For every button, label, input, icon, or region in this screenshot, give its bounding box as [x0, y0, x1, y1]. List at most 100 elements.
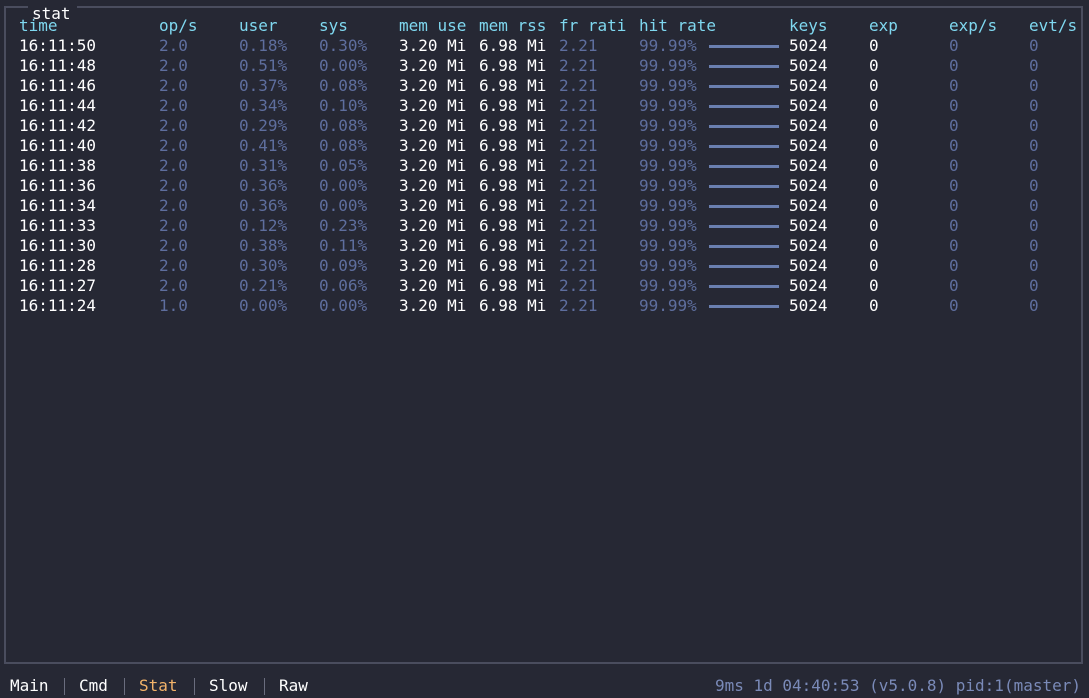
- cell-keys: 5024: [789, 216, 828, 235]
- cell-hit-rate: 99.99%: [639, 296, 697, 315]
- hit-rate-bar: [709, 85, 779, 88]
- cell-time: 16:11:34: [19, 196, 97, 215]
- column-header-keys: keys: [789, 16, 828, 35]
- cell-time: 16:11:30: [19, 236, 97, 255]
- column-header-time: time: [19, 16, 58, 35]
- cell-evts: 0: [1029, 96, 1039, 115]
- cell-ops: 2.0: [159, 196, 188, 215]
- cell-ops: 2.0: [159, 216, 188, 235]
- cell-keys: 5024: [789, 116, 828, 135]
- footer-bar: Main Cmd Stat Slow Raw 9ms 1d 04:40:53 (v5.0…: [0, 676, 1089, 696]
- cell-exps: 0: [949, 196, 959, 215]
- column-header-ops: op/s: [159, 16, 198, 35]
- cell-mem-rss: 6.98 Mi: [479, 96, 547, 115]
- hit-rate-bar: [709, 45, 779, 48]
- column-header-mem-use: mem use: [399, 16, 467, 35]
- cell-ops: 2.0: [159, 96, 188, 115]
- cell-hit-rate: 99.99%: [639, 256, 697, 275]
- hit-rate-bar: [709, 185, 779, 188]
- cell-mem-use: 3.20 Mi: [399, 56, 467, 75]
- cell-hit-rate: 99.99%: [639, 96, 697, 115]
- cell-mem-rss: 6.98 Mi: [479, 216, 547, 235]
- tab-separator: [194, 678, 195, 695]
- tab-stat[interactable]: Stat: [139, 676, 178, 696]
- cell-hit-rate: 99.99%: [639, 136, 697, 155]
- column-header-exps: exp/s: [949, 16, 998, 35]
- cell-ops: 2.0: [159, 116, 188, 135]
- cell-user: 0.21%: [239, 276, 288, 295]
- cell-evts: 0: [1029, 76, 1039, 95]
- cell-user: 0.00%: [239, 296, 288, 315]
- cell-mem-use: 3.20 Mi: [399, 236, 467, 255]
- cell-evts: 0: [1029, 36, 1039, 55]
- cell-fr-ratio: 2.21: [559, 136, 598, 155]
- cell-mem-use: 3.20 Mi: [399, 176, 467, 195]
- cell-hit-rate: 99.99%: [639, 196, 697, 215]
- cell-ops: 2.0: [159, 276, 188, 295]
- tab-cmd[interactable]: Cmd: [79, 676, 108, 696]
- cell-evts: 0: [1029, 236, 1039, 255]
- cell-fr-ratio: 2.21: [559, 56, 598, 75]
- cell-sys: 0.09%: [319, 256, 368, 275]
- cell-ops: 2.0: [159, 36, 188, 55]
- cell-sys: 0.06%: [319, 276, 368, 295]
- cell-hit-rate: 99.99%: [639, 76, 697, 95]
- cell-time: 16:11:40: [19, 136, 97, 155]
- cell-hit-rate: 99.99%: [639, 216, 697, 235]
- hit-rate-bar: [709, 125, 779, 128]
- cell-sys: 0.00%: [319, 296, 368, 315]
- cell-exps: 0: [949, 276, 959, 295]
- cell-time: 16:11:28: [19, 256, 97, 275]
- cell-sys: 0.00%: [319, 56, 368, 75]
- cell-sys: 0.05%: [319, 156, 368, 175]
- cell-exp: 0: [869, 236, 879, 255]
- cell-hit-rate: 99.99%: [639, 36, 697, 55]
- cell-mem-use: 3.20 Mi: [399, 116, 467, 135]
- cell-exps: 0: [949, 116, 959, 135]
- cell-mem-use: 3.20 Mi: [399, 96, 467, 115]
- cell-time: 16:11:50: [19, 36, 97, 55]
- cell-exp: 0: [869, 216, 879, 235]
- column-header-user: user: [239, 16, 278, 35]
- cell-mem-use: 3.20 Mi: [399, 156, 467, 175]
- cell-exp: 0: [869, 36, 879, 55]
- cell-ops: 1.0: [159, 296, 188, 315]
- tab-separator: [124, 678, 125, 695]
- cell-evts: 0: [1029, 156, 1039, 175]
- cell-fr-ratio: 2.21: [559, 296, 598, 315]
- column-header-mem-rss: mem rss: [479, 16, 547, 35]
- column-header-sys: sys: [319, 16, 348, 35]
- cell-mem-rss: 6.98 Mi: [479, 296, 547, 315]
- cell-time: 16:11:44: [19, 96, 97, 115]
- cell-fr-ratio: 2.21: [559, 176, 598, 195]
- cell-mem-rss: 6.98 Mi: [479, 156, 547, 175]
- cell-user: 0.51%: [239, 56, 288, 75]
- tab-raw[interactable]: Raw: [279, 676, 308, 696]
- hit-rate-bar: [709, 145, 779, 148]
- cell-sys: 0.08%: [319, 136, 368, 155]
- cell-sys: 0.10%: [319, 96, 368, 115]
- cell-sys: 0.08%: [319, 76, 368, 95]
- cell-exp: 0: [869, 56, 879, 75]
- cell-evts: 0: [1029, 116, 1039, 135]
- cell-mem-rss: 6.98 Mi: [479, 56, 547, 75]
- column-header-hit-rate: hit rate: [639, 16, 717, 35]
- cell-time: 16:11:36: [19, 176, 97, 195]
- cell-ops: 2.0: [159, 76, 188, 95]
- cell-fr-ratio: 2.21: [559, 36, 598, 55]
- cell-keys: 5024: [789, 36, 828, 55]
- tab-main[interactable]: Main: [10, 676, 49, 696]
- cell-evts: 0: [1029, 136, 1039, 155]
- cell-user: 0.37%: [239, 76, 288, 95]
- cell-mem-rss: 6.98 Mi: [479, 256, 547, 275]
- cell-user: 0.41%: [239, 136, 288, 155]
- cell-keys: 5024: [789, 156, 828, 175]
- cell-mem-rss: 6.98 Mi: [479, 136, 547, 155]
- cell-evts: 0: [1029, 56, 1039, 75]
- cell-mem-use: 3.20 Mi: [399, 216, 467, 235]
- cell-user: 0.30%: [239, 256, 288, 275]
- cell-keys: 5024: [789, 256, 828, 275]
- tab-slow[interactable]: Slow: [209, 676, 248, 696]
- hit-rate-bar: [709, 165, 779, 168]
- cell-exp: 0: [869, 136, 879, 155]
